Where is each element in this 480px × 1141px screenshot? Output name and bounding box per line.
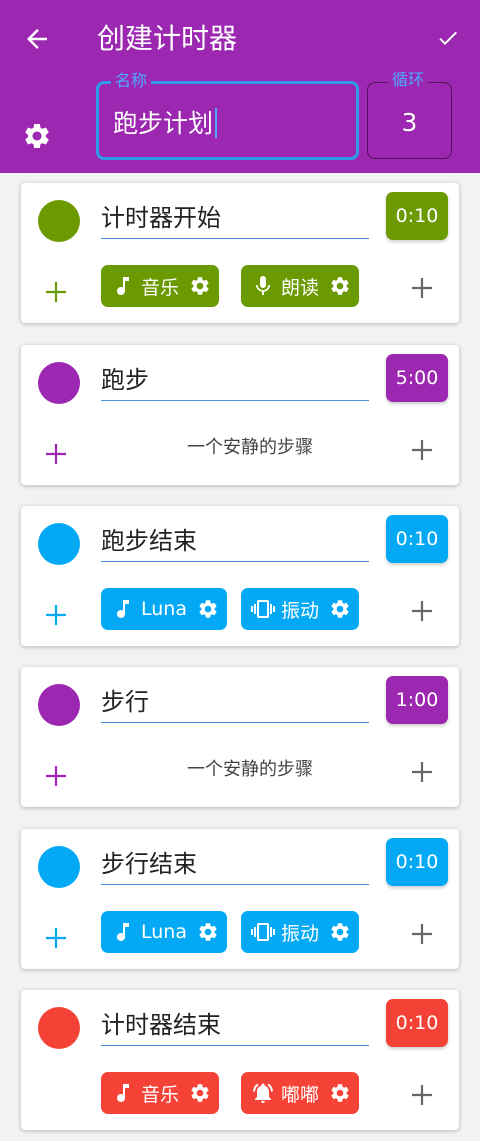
- step-duration-button[interactable]: 5:00: [386, 354, 448, 402]
- action-chip-label: Luna: [141, 921, 187, 943]
- step-card[interactable]: 跑步结束 0:10 Luna 振动: [21, 506, 459, 646]
- gear-icon[interactable]: [197, 598, 219, 620]
- name-field[interactable]: 名称 跑步计划: [96, 70, 359, 160]
- plus-icon: [412, 924, 432, 944]
- step-color-dot[interactable]: [38, 362, 80, 404]
- name-field-value: 跑步计划: [113, 109, 214, 138]
- plus-icon: [46, 766, 66, 786]
- step-duration-button[interactable]: 1:00: [386, 676, 448, 724]
- step-color-dot[interactable]: [38, 200, 80, 242]
- bell-icon: [253, 1083, 273, 1103]
- step-card[interactable]: 跑步 5:00 一个安静的步骤: [21, 345, 459, 485]
- action-chip-label: 振动: [281, 599, 320, 622]
- step-color-dot[interactable]: [38, 846, 80, 888]
- microphone-icon: [256, 276, 270, 295]
- loop-count-label: 循环: [388, 69, 429, 91]
- action-chip-label: Luna: [141, 598, 187, 620]
- step-name-input[interactable]: 计时器结束: [101, 1006, 369, 1046]
- vibrate-icon: [251, 600, 275, 618]
- action-chip[interactable]: 朗读: [241, 265, 360, 307]
- plus-icon: [46, 444, 66, 464]
- action-chip-label: 嘟嘟: [281, 1083, 320, 1106]
- step-duration-button[interactable]: 0:10: [386, 838, 448, 886]
- step-color-dot[interactable]: [38, 1007, 80, 1049]
- step-name-input[interactable]: 步行结束: [101, 845, 369, 885]
- music-note-icon: [117, 277, 129, 295]
- gear-icon[interactable]: [329, 275, 351, 297]
- confirm-button[interactable]: [436, 26, 460, 50]
- plus-icon: [412, 601, 432, 621]
- gear-icon[interactable]: [197, 921, 219, 943]
- plus-icon: [412, 440, 432, 460]
- plus-icon: [46, 282, 66, 302]
- gear-icon[interactable]: [189, 1082, 211, 1104]
- add-step-button[interactable]: [45, 765, 67, 787]
- add-step-button[interactable]: [45, 281, 67, 303]
- page-title: 创建计时器: [97, 22, 238, 55]
- loop-count-field[interactable]: 循环 3: [367, 69, 452, 159]
- music-note-icon: [117, 600, 129, 618]
- action-chip[interactable]: 嘟嘟: [241, 1072, 360, 1114]
- quiet-step-label: 一个安静的步骤: [187, 759, 313, 780]
- add-action-button[interactable]: [411, 923, 433, 945]
- action-chip[interactable]: 振动: [241, 911, 360, 953]
- step-duration-button[interactable]: 0:10: [386, 192, 448, 240]
- music-note-icon: [117, 923, 129, 941]
- name-field-label: 名称: [111, 70, 152, 92]
- gear-icon[interactable]: [329, 1082, 351, 1104]
- step-name-input[interactable]: 计时器开始: [101, 199, 369, 239]
- action-chip-label: 振动: [281, 922, 320, 945]
- step-color-dot[interactable]: [38, 523, 80, 565]
- step-color-dot[interactable]: [38, 684, 80, 726]
- music-note-icon: [117, 1084, 129, 1102]
- plus-icon: [412, 762, 432, 782]
- action-chip[interactable]: 音乐: [101, 265, 220, 307]
- gear-icon[interactable]: [189, 275, 211, 297]
- back-button[interactable]: [22, 24, 52, 54]
- action-chip-label: 音乐: [141, 1083, 180, 1106]
- step-duration-button[interactable]: 0:10: [386, 999, 448, 1047]
- add-action-button[interactable]: [411, 1084, 433, 1106]
- add-action-button[interactable]: [411, 277, 433, 299]
- step-card[interactable]: 步行结束 0:10 Luna 振动: [21, 829, 459, 969]
- action-chip[interactable]: Luna: [101, 911, 227, 953]
- gear-icon[interactable]: [329, 598, 351, 620]
- plus-icon: [46, 928, 66, 948]
- plus-icon: [412, 278, 432, 298]
- step-card[interactable]: 计时器结束 0:10 音乐 嘟嘟: [21, 990, 459, 1130]
- step-name-input[interactable]: 跑步结束: [101, 522, 369, 562]
- quiet-step-label: 一个安静的步骤: [187, 437, 313, 458]
- add-action-button[interactable]: [411, 600, 433, 622]
- step-duration-button[interactable]: 0:10: [386, 515, 448, 563]
- step-name-input[interactable]: 步行: [101, 683, 369, 723]
- app-bar: 创建计时器 名称 跑步计划 循环 3: [0, 0, 480, 173]
- loop-count-value: 3: [401, 108, 418, 137]
- gear-icon[interactable]: [329, 921, 351, 943]
- step-card[interactable]: 计时器开始 0:10 音乐 朗读: [21, 183, 459, 323]
- add-action-button[interactable]: [411, 439, 433, 461]
- action-chip[interactable]: 振动: [241, 588, 360, 630]
- plus-icon: [46, 605, 66, 625]
- step-name-input[interactable]: 跑步: [101, 361, 369, 401]
- vibrate-icon: [251, 923, 275, 941]
- timer-settings-button[interactable]: [22, 121, 52, 151]
- text-caret: [215, 108, 218, 138]
- action-chip[interactable]: Luna: [101, 588, 227, 630]
- add-step-button[interactable]: [45, 604, 67, 626]
- gear-icon: [25, 124, 49, 148]
- add-step-button[interactable]: [45, 927, 67, 949]
- step-card[interactable]: 步行 1:00 一个安静的步骤: [21, 667, 459, 807]
- action-chip-label: 朗读: [281, 276, 320, 299]
- arrow-left-icon: [27, 29, 47, 49]
- add-action-button[interactable]: [411, 761, 433, 783]
- plus-icon: [412, 1085, 432, 1105]
- check-icon: [439, 31, 457, 45]
- action-chip-label: 音乐: [141, 276, 180, 299]
- add-step-button[interactable]: [45, 443, 67, 465]
- action-chip[interactable]: 音乐: [101, 1072, 220, 1114]
